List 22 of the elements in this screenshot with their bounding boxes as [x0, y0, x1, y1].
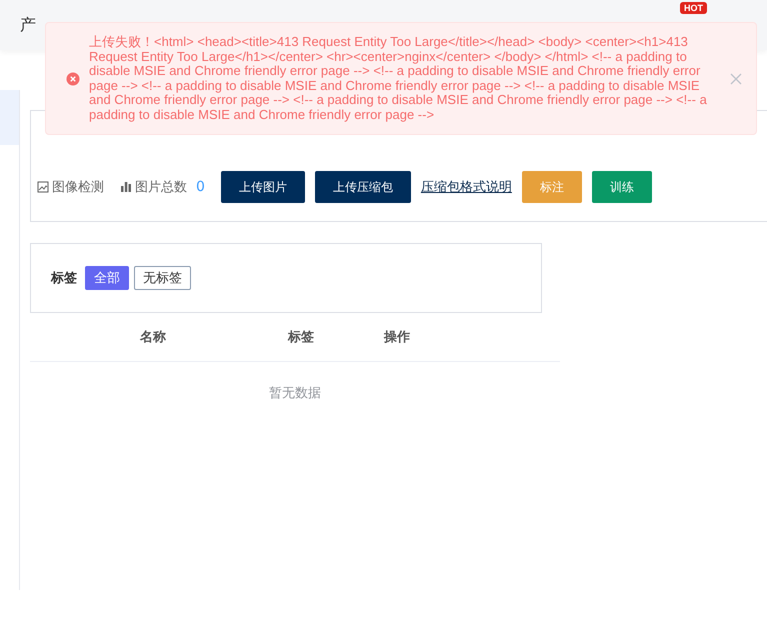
count-label: 图片总数 [135, 179, 187, 196]
column-header: 操作 [384, 329, 410, 346]
error-message: 上传失败！<html> <head><title>413 Request Entity Too Large</title></head> <body> <center><h1>413 Request Entity Too Large</h1></center> <hr><center>nginx</center> </body> </html> <!-- a padding to disable MSIE and Chrome friendly error page --> <!-- a padding to disable MSIE and Chrome friendly error page --> <!-- a padding to disable MSIE and Chrome friendly error page --> <!-- a padding to disable MSIE and Chrome friendly error page --> <!-- a padding to disable MSIE and Chrome friendly error page --> <!-- a padding to disable MSIE and Chrome friendly error page --> [89, 35, 708, 122]
empty-message: 暂无数据 [269, 386, 321, 401]
image-count: 0 [196, 179, 205, 195]
nav-item[interactable]: 产 [20, 14, 36, 36]
column-header: 名称 [140, 329, 166, 346]
sidebar-item[interactable] [0, 90, 19, 145]
column-header: 标签 [288, 329, 314, 346]
tag-filter-button[interactable]: 全部 [85, 266, 129, 290]
bar-chart-icon [120, 181, 132, 193]
project-type: 图像检测 [52, 179, 104, 196]
action-button[interactable]: 上传图片 [220, 171, 305, 203]
tag-filter-button[interactable]: 无标签 [134, 266, 191, 290]
filter-label: 标签 [51, 270, 77, 287]
action-button[interactable]: 训练 [592, 171, 652, 203]
format-help-link[interactable]: 压缩包格式说明 [420, 178, 512, 196]
hot-badge: HOT [680, 2, 707, 14]
image-icon [37, 181, 49, 193]
close-icon[interactable] [730, 72, 742, 84]
action-button[interactable]: 上传压缩包 [314, 171, 411, 203]
error-icon [66, 72, 80, 86]
